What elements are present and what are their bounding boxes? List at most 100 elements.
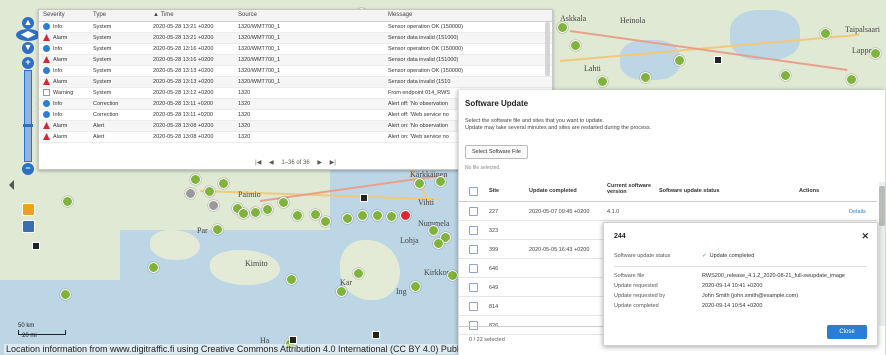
site-marker[interactable]: [372, 331, 380, 339]
site-row[interactable]: 227 2020-05-07 09:45 +0200 4.1.0 Details: [459, 202, 877, 221]
pan-left-right-button[interactable]: ◀▶: [16, 29, 40, 41]
event-row[interactable]: Alarm System 2020-05-28 13:13 +0200 1320/WM…: [39, 76, 552, 88]
event-scrollbar[interactable]: [545, 22, 550, 76]
zoom-magnifier-tool-icon[interactable]: [22, 220, 35, 233]
station-marker[interactable]: [148, 262, 159, 273]
select-software-file-button[interactable]: Select Software File: [465, 145, 528, 159]
station-marker[interactable]: [557, 22, 568, 33]
event-time-text: 2020-05-28 13:12 +0200: [153, 89, 214, 96]
station-marker[interactable]: [357, 210, 368, 221]
event-message: Sensor data invalid (151000): [384, 32, 552, 44]
station-marker[interactable]: [435, 176, 446, 187]
pager-next-button[interactable]: ▶: [317, 160, 322, 166]
event-severity-text: Alarm: [53, 56, 68, 63]
scrollbar-thumb[interactable]: [879, 186, 885, 226]
col-actions: Actions: [799, 188, 820, 194]
col-time[interactable]: ▲ Time: [149, 10, 234, 22]
station-marker[interactable]: [286, 274, 297, 285]
info-icon: [43, 45, 50, 52]
event-row[interactable]: Info System 2020-05-28 13:21 +0200 1320/WMT…: [39, 21, 552, 33]
station-marker[interactable]: [780, 70, 791, 81]
zoom-slider[interactable]: [24, 70, 32, 162]
col-type[interactable]: Type: [89, 10, 149, 22]
station-marker[interactable]: [292, 210, 303, 221]
site-checkbox[interactable]: [469, 207, 478, 216]
event-type-text: System: [93, 23, 112, 30]
station-marker[interactable]: [353, 268, 364, 279]
station-marker[interactable]: [262, 204, 273, 215]
site-checkbox[interactable]: [469, 226, 478, 235]
station-marker[interactable]: [238, 208, 249, 219]
col-source[interactable]: Source: [234, 10, 384, 22]
event-row[interactable]: Alarm System 2020-05-28 13:21 +0200 1320/WM…: [39, 32, 552, 44]
station-marker[interactable]: [204, 186, 215, 197]
pager-first-button[interactable]: |◀: [255, 160, 261, 166]
station-marker[interactable]: [208, 200, 219, 211]
station-marker[interactable]: [410, 281, 421, 292]
event-row[interactable]: Info System 2020-05-28 13:13 +0200 1320/WMT…: [39, 65, 552, 77]
col-update-status[interactable]: Software update status: [659, 188, 720, 194]
pager-prev-button[interactable]: ◀: [269, 160, 274, 166]
col-severity[interactable]: Severity: [39, 10, 89, 22]
station-marker[interactable]: [846, 74, 857, 85]
station-marker[interactable]: [342, 213, 353, 224]
pager-last-button[interactable]: ▶|: [330, 160, 336, 166]
requested-label: Update requested: [614, 283, 658, 289]
site-marker[interactable]: [360, 194, 368, 202]
station-marker[interactable]: [278, 197, 289, 208]
station-marker[interactable]: [820, 28, 831, 39]
event-time: 2020-05-28 13:12 +0200: [149, 87, 234, 99]
site-checkbox[interactable]: [469, 245, 478, 254]
station-marker[interactable]: [62, 196, 73, 207]
col-site[interactable]: Site: [489, 188, 499, 194]
pan-down-button[interactable]: ▼: [22, 42, 34, 54]
station-marker[interactable]: [320, 216, 331, 227]
zoom-in-button[interactable]: +: [22, 57, 34, 69]
station-marker[interactable]: [870, 48, 881, 59]
event-row[interactable]: Alarm System 2020-05-28 13:16 +0200 1320/WM…: [39, 54, 552, 66]
details-link[interactable]: Details: [849, 209, 866, 215]
station-marker[interactable]: [386, 211, 397, 222]
station-marker[interactable]: [433, 238, 444, 249]
site-table-header: Site Update completed Current software v…: [459, 182, 877, 202]
close-icon[interactable]: ✕: [861, 231, 869, 242]
select-all-checkbox[interactable]: [469, 187, 478, 196]
station-marker[interactable]: [310, 209, 321, 220]
station-marker[interactable]: [250, 207, 261, 218]
station-marker-alarm[interactable]: [400, 210, 411, 221]
pan-hand-tool-icon[interactable]: [22, 203, 35, 216]
station-marker[interactable]: [185, 188, 196, 199]
station-marker[interactable]: [60, 289, 71, 300]
station-marker[interactable]: [190, 174, 201, 185]
station-marker[interactable]: [372, 210, 383, 221]
site-checkbox[interactable]: [469, 302, 478, 311]
site-checkbox[interactable]: [469, 264, 478, 273]
no-file-label: No file selected.: [465, 165, 501, 171]
event-type-text: Correction: [93, 111, 119, 118]
station-marker[interactable]: [597, 76, 608, 87]
station-marker[interactable]: [212, 224, 223, 235]
site-marker[interactable]: [714, 56, 722, 64]
station-marker[interactable]: [674, 55, 685, 66]
zoom-slider-handle[interactable]: [23, 124, 33, 127]
site-marker[interactable]: [32, 242, 40, 250]
station-marker[interactable]: [570, 40, 581, 51]
station-marker[interactable]: [336, 286, 347, 297]
zoom-out-button[interactable]: −: [22, 163, 34, 175]
site-table-scrollbar[interactable]: [879, 182, 885, 326]
close-button[interactable]: Close: [827, 325, 867, 339]
col-message[interactable]: Message: [384, 10, 552, 22]
station-marker[interactable]: [428, 225, 439, 236]
event-row[interactable]: Info System 2020-05-28 13:16 +0200 1320/WMT…: [39, 43, 552, 55]
pan-up-button[interactable]: ▲: [22, 17, 34, 29]
station-marker[interactable]: [218, 178, 229, 189]
description-line: Update may take several minutes and site…: [465, 125, 652, 131]
station-marker[interactable]: [414, 178, 425, 189]
station-marker[interactable]: [447, 270, 458, 281]
col-current-version[interactable]: Current software version: [607, 183, 651, 195]
site-marker[interactable]: [289, 336, 297, 344]
station-marker[interactable]: [640, 72, 651, 83]
site-checkbox[interactable]: [469, 283, 478, 292]
event-source: 1320: [234, 109, 384, 121]
col-update-completed[interactable]: Update completed: [529, 188, 577, 194]
